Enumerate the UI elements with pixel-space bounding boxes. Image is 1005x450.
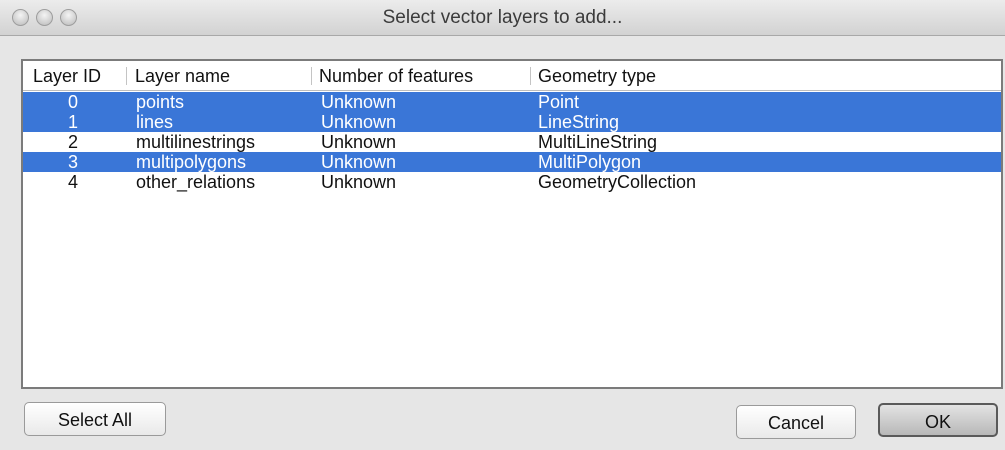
layers-table: Layer ID Layer name Number of features G… [21,59,1003,389]
geometry-type-cell: MultiLineString [538,132,658,152]
layer-id-cell: 2 [67,132,78,152]
cancel-button[interactable]: Cancel [736,405,856,439]
layer-id-cell: 3 [67,152,78,172]
features-cell: Unknown [321,172,397,192]
ok-button[interactable]: OK [878,403,998,437]
table-row[interactable]: 3 multipolygons Unknown MultiPolygon [23,152,1001,172]
select-all-button[interactable]: Select All [24,402,166,436]
features-cell: Unknown [321,92,397,112]
layer-name-cell: lines [136,112,174,132]
column-header-layer-id[interactable]: Layer ID [27,61,101,91]
features-cell: Unknown [321,132,397,152]
column-separator [126,67,127,85]
features-cell: Unknown [321,112,397,132]
table-row[interactable]: 0 points Unknown Point [23,92,1001,112]
table-row[interactable]: 1 lines Unknown LineString [23,112,1001,132]
column-separator [311,67,312,85]
column-header-geometry-type[interactable]: Geometry type [532,61,656,91]
table-header: Layer ID Layer name Number of features G… [23,61,1001,91]
layer-name-cell: other_relations [136,172,256,192]
table-row[interactable]: 4 other_relations Unknown GeometryCollec… [23,172,1001,192]
dialog-window: Select vector layers to add... Layer ID … [0,0,1005,450]
features-cell: Unknown [321,152,397,172]
layer-id-cell: 1 [67,112,78,132]
window-title: Select vector layers to add... [382,7,623,28]
layer-name-cell: multipolygons [136,152,247,172]
layer-name-cell: multilinestrings [136,132,256,152]
column-header-layer-name[interactable]: Layer name [129,61,230,91]
table-row[interactable]: 2 multilinestrings Unknown MultiLineStri… [23,132,1001,152]
column-header-number-of-features[interactable]: Number of features [313,61,473,91]
layer-id-cell: 4 [67,172,78,192]
column-separator [530,67,531,85]
geometry-type-cell: LineString [538,112,620,132]
layer-name-cell: points [136,92,185,112]
geometry-type-cell: GeometryCollection [538,172,697,192]
geometry-type-cell: MultiPolygon [538,152,642,172]
layer-id-cell: 0 [67,92,78,112]
title-bar[interactable]: Select vector layers to add... [0,0,1005,36]
geometry-type-cell: Point [538,92,580,112]
